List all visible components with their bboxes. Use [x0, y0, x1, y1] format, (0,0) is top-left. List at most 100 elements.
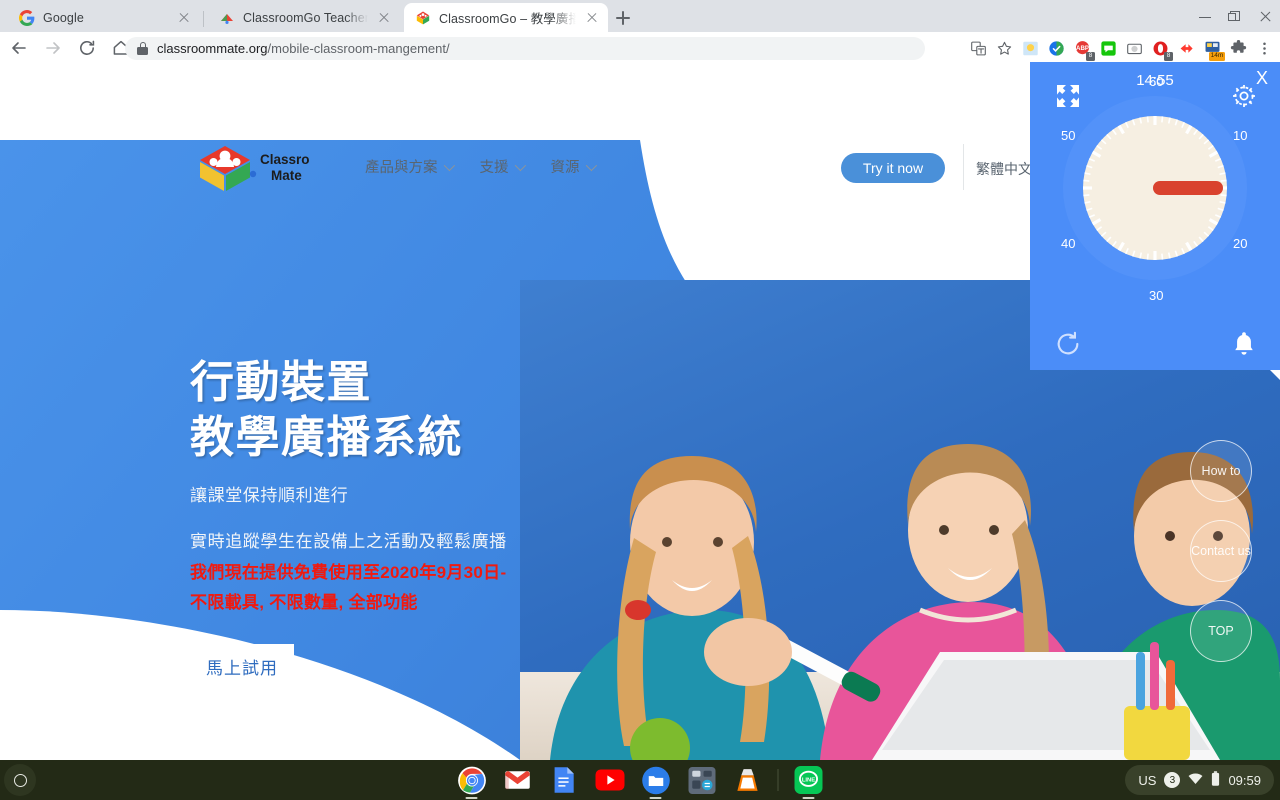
tab-title: Google [43, 10, 84, 25]
nav-item-label: 資源 [550, 160, 580, 176]
timer-extension-icon[interactable]: 14m [1200, 36, 1225, 61]
google-icon [19, 9, 35, 26]
launcher-icon[interactable] [4, 764, 36, 796]
chrome-menu-icon[interactable] [1252, 36, 1276, 60]
dial-label-50: 50 [1061, 128, 1076, 143]
fab-top[interactable]: TOP [1190, 600, 1252, 662]
extensions-puzzle-icon[interactable] [1226, 36, 1250, 60]
calculator-app-icon[interactable] [686, 764, 718, 796]
tab-close-icon[interactable] [584, 10, 600, 26]
nav-item-label: 支援 [479, 160, 509, 176]
speed-extension-icon[interactable] [1174, 36, 1198, 60]
chromeos-screen: Google ClassroomGo Teachers - Clas [0, 0, 1280, 800]
files-app-icon[interactable] [640, 764, 672, 799]
notification-count-badge: 3 [1164, 772, 1181, 788]
nav-item-resources[interactable]: 資源 [550, 156, 597, 177]
keyboard-layout-label: US [1138, 772, 1157, 788]
youtube-app-icon[interactable] [594, 764, 626, 796]
hero-subtitle-line2: 實時追蹤學生在設備上之活動及輕鬆廣播 [190, 532, 507, 552]
system-tray[interactable]: US 3 09:59 [1125, 765, 1274, 795]
minimize-icon[interactable] [1190, 0, 1220, 32]
browser-tab-classroomgo-active[interactable]: ClassroomGo – 教學廣播系統 [404, 3, 608, 32]
window-controls [1190, 0, 1280, 32]
app-running-indicator [649, 796, 662, 799]
tasks-extension-icon[interactable] [1044, 36, 1068, 60]
nav-item-support[interactable]: 支援 [479, 156, 526, 177]
classroom-mate-logo[interactable]: Classroom Mate [198, 144, 330, 194]
lock-icon [137, 42, 148, 55]
dial-label-40: 40 [1061, 236, 1076, 251]
timer-badge: 14m [1209, 52, 1225, 61]
tab-close-icon[interactable] [376, 10, 392, 26]
browser-tab-google[interactable]: Google [8, 3, 200, 32]
weather-extension-icon[interactable] [1018, 36, 1042, 60]
classroommate-icon [415, 10, 431, 26]
shelf-app-strip: LINE [456, 764, 825, 799]
gmail-app-icon[interactable] [502, 764, 534, 796]
close-icon[interactable] [1250, 0, 1280, 32]
timer-dial[interactable]: 60 10 20 30 40 50 [1055, 74, 1255, 303]
tab-title: ClassroomGo Teachers - Clas [243, 10, 368, 25]
tab-divider [203, 11, 204, 27]
wifi-icon [1188, 772, 1203, 788]
reset-icon[interactable] [1052, 328, 1084, 360]
fab-how-to[interactable]: How to [1190, 440, 1252, 502]
google-docs-app-icon[interactable] [548, 764, 580, 796]
fab-contact-us[interactable]: Contact us [1190, 520, 1252, 582]
dial-label-10: 10 [1233, 128, 1248, 143]
dial-label-60: 60 [1149, 74, 1164, 89]
nav-item-label: 產品與方案 [365, 160, 438, 176]
bookmark-star-icon[interactable] [992, 36, 1016, 60]
screenshot-extension-icon[interactable] [1122, 36, 1146, 60]
hero-subtitle-line1: 讓課堂保持順利進行 [190, 486, 349, 505]
address-bar[interactable]: classroommate.org/mobile-classroom-mange… [125, 37, 925, 60]
site-navigation: 產品與方案 支援 資源 [365, 156, 597, 177]
classroomgo-icon [219, 10, 235, 26]
opera-vpn-icon[interactable]: 8 [1148, 36, 1173, 61]
vlc-app-icon[interactable] [732, 764, 764, 796]
nav-item-products[interactable]: 產品與方案 [365, 156, 455, 177]
app-running-indicator [802, 796, 815, 799]
svg-text:ABP: ABP [1076, 45, 1089, 52]
hero-promo-line1: 我們現在提供免費使用至2020年9月30日- [190, 562, 507, 582]
maximize-icon[interactable] [1220, 0, 1250, 32]
shelf-divider [777, 769, 779, 791]
browser-toolbar: classroommate.org/mobile-classroom-mange… [0, 32, 1280, 64]
dial-label-20: 20 [1233, 236, 1248, 251]
chevron-down-icon [443, 159, 455, 171]
reload-icon[interactable] [72, 33, 102, 63]
line-app-icon[interactable]: LINE [793, 764, 825, 799]
bell-icon[interactable] [1230, 330, 1258, 360]
toolbar-extension-icons: ABP 8 8 14m [966, 32, 1276, 64]
hero-promo-line2: 不限載具, 不限數量, 全部功能 [190, 592, 418, 612]
new-tab-button[interactable] [612, 7, 634, 29]
dial-label-30: 30 [1149, 288, 1164, 303]
tab-close-icon[interactable] [176, 10, 192, 26]
url-text: classroommate.org/mobile-classroom-mange… [157, 41, 450, 56]
hero-cta-button[interactable]: 馬上試用 [190, 644, 294, 688]
timer-widget[interactable]: 14:55 X 60 10 20 30 40 50 [1030, 62, 1280, 370]
tab-strip: Google ClassroomGo Teachers - Clas [0, 0, 1280, 32]
timer-close-button[interactable]: X [1252, 68, 1272, 89]
chat-extension-icon[interactable] [1096, 36, 1120, 60]
adblock-icon[interactable]: ABP 8 [1070, 36, 1095, 61]
forward-arrow-icon[interactable] [38, 33, 68, 63]
chevron-down-icon [514, 159, 526, 171]
url-domain: classroommate.org [157, 41, 268, 56]
floating-action-buttons: How to Contact us TOP [1190, 440, 1252, 680]
chromeos-shelf: LINE US 3 09:59 [0, 760, 1280, 800]
try-it-now-button[interactable]: Try it now [841, 153, 945, 183]
chrome-app-icon[interactable] [456, 764, 488, 799]
hero-title-line1: 行動裝置 [190, 358, 372, 407]
opera-badge: 8 [1164, 52, 1173, 61]
adblock-badge: 8 [1086, 52, 1095, 61]
back-arrow-icon[interactable] [4, 33, 34, 63]
app-running-indicator [465, 796, 478, 799]
tab-title: ClassroomGo – 教學廣播系統 [439, 12, 576, 26]
logo-line1: Classroom [260, 152, 310, 167]
language-selector[interactable]: 繁體中文 [976, 159, 1032, 179]
browser-tab-classroomgo-teachers[interactable]: ClassroomGo Teachers - Clas [208, 3, 400, 32]
clock-label: 09:59 [1228, 772, 1261, 788]
translate-icon[interactable] [966, 36, 990, 60]
battery-icon [1211, 771, 1220, 789]
